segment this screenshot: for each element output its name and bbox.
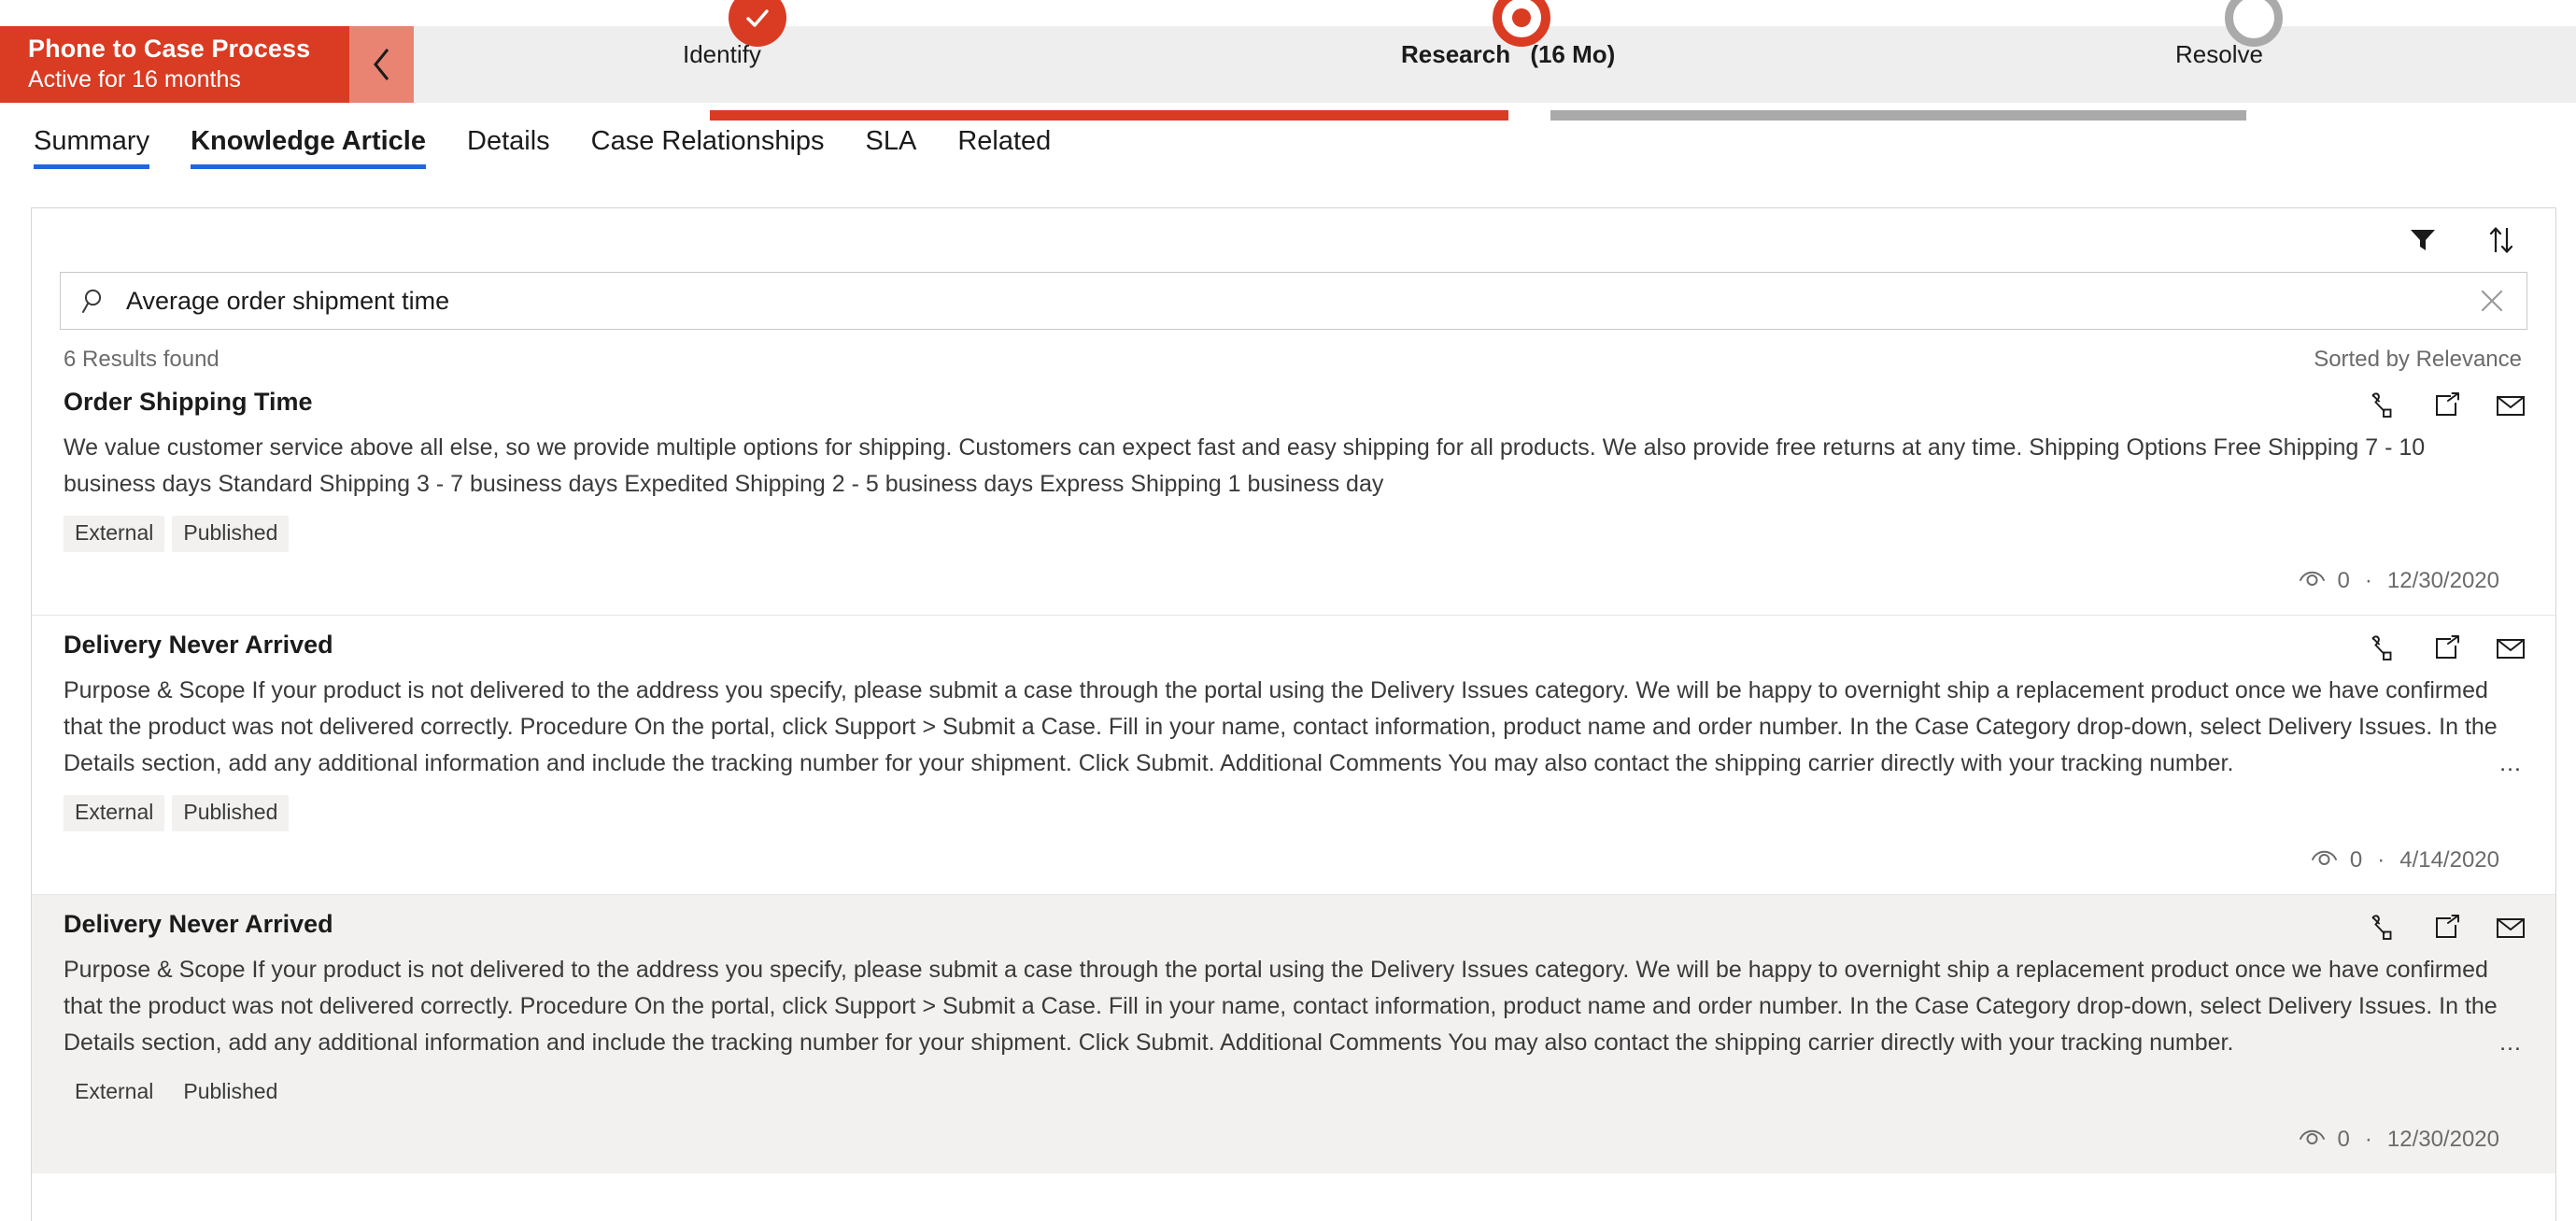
process-stage-research-duration: (16 Mo)	[1530, 40, 1616, 68]
process-name: Phone to Case Process	[28, 35, 311, 64]
process-duration: Active for 16 months	[28, 66, 241, 93]
knowledge-result-title[interactable]: Delivery Never Arrived	[64, 910, 333, 939]
status-badge-visibility: External	[64, 516, 165, 552]
knowledge-result-tags: External Published	[64, 1074, 2522, 1111]
tab-summary[interactable]: Summary	[34, 103, 170, 179]
knowledge-result-date: 12/30/2020	[2386, 567, 2499, 593]
link-article-icon[interactable]	[2367, 912, 2400, 944]
process-stage-header-text: Phone to Case Process Active for 16 mont…	[0, 35, 310, 93]
status-badge-state: Published	[172, 516, 290, 552]
link-article-icon[interactable]	[2367, 390, 2400, 421]
open-in-new-window-icon[interactable]	[2430, 632, 2464, 664]
knowledge-result-footer: 0 · 4/14/2020	[64, 846, 2522, 873]
knowledge-result-item[interactable]: Order Shipping Time We value customer se…	[32, 373, 2555, 616]
knowledge-result-view-count: 0	[2337, 567, 2350, 593]
knowledge-result-footer: 0 · 12/30/2020	[64, 567, 2522, 594]
knowledge-result-item[interactable]: Delivery Never Arrived Purpose & Scope I…	[32, 895, 2555, 1173]
knowledge-results-list: Order Shipping Time We value customer se…	[32, 373, 2555, 1173]
status-badge-state: Published	[172, 795, 290, 831]
process-stage-research[interactable]: Research (16 Mo)	[1401, 0, 1615, 68]
email-article-icon[interactable]	[2494, 632, 2527, 664]
tab-details[interactable]: Details	[446, 103, 571, 179]
results-sort-label[interactable]: Sorted by Relevance	[2314, 347, 2522, 373]
tab-related-label: Related	[957, 125, 1052, 156]
open-in-new-window-icon[interactable]	[2430, 390, 2464, 421]
knowledge-result-actions	[2367, 632, 2527, 664]
tab-knowledge-article[interactable]: Knowledge Article	[170, 103, 446, 179]
tab-case-relationships[interactable]: Case Relationships	[571, 103, 845, 179]
tab-case-relationships-label: Case Relationships	[590, 125, 825, 156]
knowledge-result-actions	[2367, 390, 2527, 421]
knowledge-result-date: 12/30/2020	[2386, 1126, 2499, 1152]
search-input[interactable]	[109, 286, 2474, 316]
process-stage-research-name: Research	[1401, 40, 1511, 68]
knowledge-result-views: 0	[2299, 567, 2350, 594]
knowledge-search-box[interactable]	[60, 272, 2527, 330]
open-in-new-window-icon[interactable]	[2430, 912, 2464, 944]
knowledge-result-actions	[2367, 912, 2527, 944]
knowledge-result-snippet: We value customer service above all else…	[64, 434, 2426, 497]
link-article-icon[interactable]	[2367, 632, 2400, 664]
target-inner-dot	[1512, 8, 1531, 27]
process-stage-resolve-label: Resolve	[2175, 40, 2263, 68]
tab-details-label: Details	[467, 125, 550, 156]
knowledge-result-views: 0	[2311, 846, 2362, 873]
footer-separator: ·	[2364, 1126, 2372, 1152]
knowledge-result-tags: External Published	[64, 795, 2522, 831]
process-stage-identify-label: Identify	[683, 40, 761, 68]
process-stage-research-label: Research (16 Mo)	[1401, 40, 1615, 69]
knowledge-result-views: 0	[2299, 1126, 2350, 1153]
knowledge-result-date: 4/14/2020	[2399, 846, 2499, 873]
knowledge-result-snippet: Purpose & Scope If your product is not d…	[64, 952, 2522, 1061]
footer-separator: ·	[2364, 567, 2372, 593]
knowledge-result-item[interactable]: Delivery Never Arrived Purpose & Scope I…	[32, 616, 2555, 895]
knowledge-result-snippet: Purpose & Scope If your product is not d…	[64, 673, 2522, 782]
business-process-flow-bar: Phone to Case Process Active for 16 mont…	[0, 0, 2576, 121]
email-article-icon[interactable]	[2494, 912, 2527, 944]
process-stage-resolve[interactable]: Resolve	[2175, 0, 2283, 68]
search-icon	[81, 287, 109, 315]
tab-sla[interactable]: SLA	[845, 103, 938, 179]
knowledge-result-title[interactable]: Order Shipping Time	[64, 388, 313, 417]
knowledge-result-title[interactable]: Delivery Never Arrived	[64, 631, 333, 660]
knowledge-result-view-count: 0	[2349, 846, 2363, 873]
results-count: 6 Results found	[64, 347, 219, 372]
status-badge-visibility: External	[64, 795, 165, 831]
eye-icon	[2299, 567, 2327, 594]
eye-icon	[2299, 1126, 2327, 1153]
knowledge-result-view-count: 0	[2337, 1126, 2350, 1152]
knowledge-result-tags: External Published	[64, 516, 2522, 552]
close-icon[interactable]	[2474, 287, 2510, 315]
knowledge-search-panel: 6 Results found Sorted by Relevance Orde…	[31, 207, 2556, 1221]
chevron-left-icon	[370, 46, 394, 83]
filter-icon[interactable]	[2404, 221, 2442, 259]
process-rail-upcoming	[1550, 110, 2246, 121]
status-badge-visibility: External	[75, 1079, 154, 1103]
email-article-icon[interactable]	[2494, 390, 2527, 421]
process-stage-identify[interactable]: Identify	[683, 0, 786, 68]
tab-related[interactable]: Related	[937, 103, 1071, 179]
tab-sla-label: SLA	[865, 125, 917, 156]
knowledge-search-toolbar	[32, 208, 2555, 272]
tab-knowledge-article-label: Knowledge Article	[191, 125, 426, 156]
knowledge-result-footer: 0 · 12/30/2020	[64, 1126, 2522, 1153]
tab-summary-label: Summary	[34, 125, 150, 156]
sort-icon[interactable]	[2483, 221, 2520, 259]
results-meta-row: 6 Results found Sorted by Relevance	[32, 330, 2555, 373]
process-collapse-button[interactable]	[349, 26, 414, 103]
eye-icon	[2311, 846, 2339, 873]
footer-separator: ·	[2377, 846, 2385, 873]
status-badge-state: Published	[183, 1079, 278, 1103]
